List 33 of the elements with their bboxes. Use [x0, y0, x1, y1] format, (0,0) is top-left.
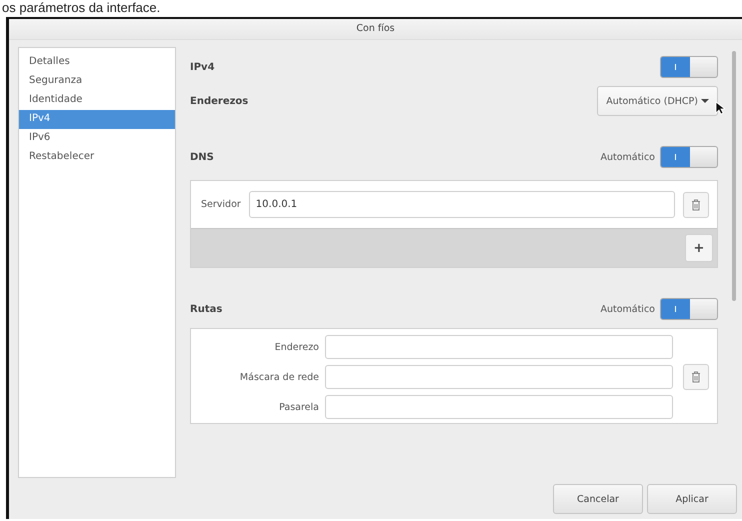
section-label: Enderezos	[190, 96, 248, 106]
route-field[interactable]	[325, 395, 673, 419]
sidebar-item[interactable]: Detalles	[19, 53, 175, 72]
field-label: Enderezo	[274, 342, 319, 352]
automatic-label: Automático	[600, 152, 655, 162]
field-label: Servidor	[201, 199, 241, 210]
cursor-icon	[715, 101, 725, 115]
sidebar-item[interactable]: Seguranza	[19, 72, 175, 91]
sidebar-item[interactable]: Identidade	[19, 91, 175, 110]
trash-icon	[691, 198, 701, 210]
add-button[interactable]: +	[685, 234, 713, 262]
toggle-switch[interactable]	[660, 298, 718, 320]
sidebar-item[interactable]: IPv6	[19, 129, 175, 148]
automatic-label: Automático	[600, 304, 655, 314]
field-label: Pasarela	[278, 402, 319, 412]
trash-icon	[691, 371, 701, 383]
route-field[interactable]	[325, 365, 673, 389]
route-field[interactable]	[325, 335, 673, 359]
delete-button[interactable]	[683, 364, 709, 390]
section-label: IPv4	[190, 62, 215, 72]
window-title: Con fíos	[9, 19, 742, 40]
caption-text: os parámetros da interface.	[1, 0, 162, 17]
scrollbar[interactable]	[732, 51, 736, 301]
field-label: Máscara de rede	[238, 372, 319, 382]
server-field[interactable]: 10.0.0.1	[248, 191, 675, 218]
section-label: Rutas	[190, 304, 222, 314]
delete-button[interactable]	[683, 192, 709, 218]
toggle-switch[interactable]	[660, 56, 718, 78]
dialog-button[interactable]: Cancelar	[553, 484, 643, 514]
section-label: DNS	[190, 152, 214, 162]
dialog-button[interactable]: Aplicar	[647, 484, 737, 514]
sidebar-item[interactable]: Restabelecer	[19, 148, 175, 167]
toggle-switch[interactable]	[660, 146, 718, 168]
